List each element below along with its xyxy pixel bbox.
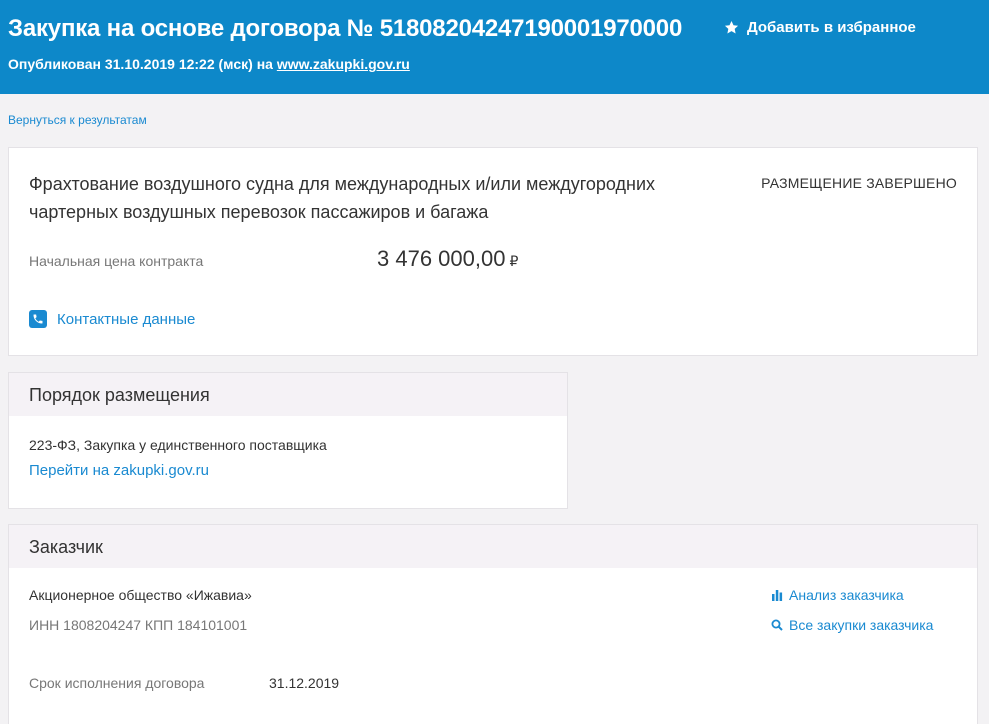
customer-org-name: Акционерное общество «Ижавиа» xyxy=(29,587,252,603)
customer-analysis-link[interactable]: Анализ заказчика xyxy=(771,587,904,603)
placement-card: Порядок размещения 223-ФЗ, Закупка у еди… xyxy=(8,372,568,509)
price-amount: 3 476 000,00 xyxy=(377,246,506,271)
contract-term-label: Срок исполнения договора xyxy=(29,675,205,691)
price-value: 3 476 000,00 ₽ xyxy=(377,246,518,272)
published-date-text: Опубликован 31.10.2019 12:22 (мск) на xyxy=(8,56,277,72)
page-title: Закупка на основе договора № 51808204247… xyxy=(8,15,683,42)
contacts-link[interactable]: Контактные данные xyxy=(29,310,195,328)
placement-heading: Порядок размещения xyxy=(9,373,567,416)
placement-law-text: 223-ФЗ, Закупка у единственного поставщи… xyxy=(29,437,327,453)
customer-card: Заказчик Акционерное общество «Ижавиа» И… xyxy=(8,524,978,724)
published-info: Опубликован 31.10.2019 12:22 (мск) на ww… xyxy=(8,56,410,72)
contract-term-value: 31.12.2019 xyxy=(269,675,340,691)
back-to-results-link[interactable]: Вернуться к результатам xyxy=(8,113,147,127)
purchase-summary-card: Фрахтование воздушного судна для междуна… xyxy=(8,147,978,356)
status-badge: РАЗМЕЩЕНИЕ ЗАВЕРШЕНО xyxy=(761,175,957,191)
customer-inn-kpp: ИНН 1808204247 КПП 184101001 xyxy=(29,617,248,633)
contacts-label: Контактные данные xyxy=(57,310,196,328)
zakupki-site-link[interactable]: www.zakupki.gov.ru xyxy=(277,56,410,72)
currency-symbol: ₽ xyxy=(509,253,519,269)
search-icon xyxy=(771,619,783,631)
page-header: Закупка на основе договора № 51808204247… xyxy=(0,0,989,94)
star-icon xyxy=(724,20,739,34)
phone-icon xyxy=(29,310,47,328)
add-to-favorites-button[interactable]: Добавить в избранное xyxy=(724,19,916,36)
bar-chart-icon xyxy=(772,590,783,601)
all-customer-purchases-label: Все закупки заказчика xyxy=(789,617,934,633)
all-customer-purchases-link[interactable]: Все закупки заказчика xyxy=(771,617,933,633)
customer-analysis-label: Анализ заказчика xyxy=(789,587,904,603)
goto-zakupki-link[interactable]: Перейти на zakupki.gov.ru xyxy=(29,462,209,479)
price-label: Начальная цена контракта xyxy=(29,253,204,269)
customer-heading: Заказчик xyxy=(9,525,977,568)
purchase-description: Фрахтование воздушного судна для междуна… xyxy=(29,174,656,222)
add-to-favorites-label: Добавить в избранное xyxy=(747,19,916,36)
